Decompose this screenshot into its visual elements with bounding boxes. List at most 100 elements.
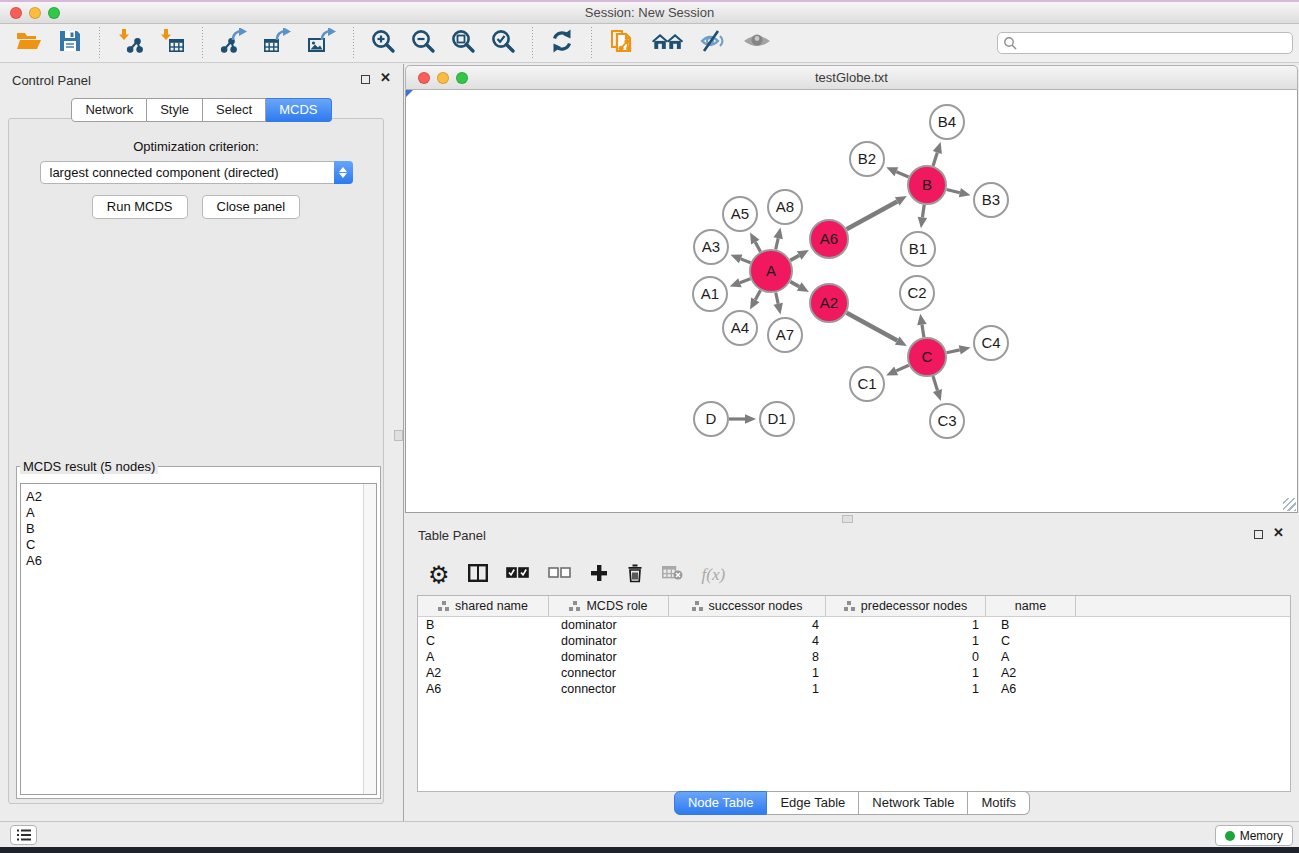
show-column-button[interactable] bbox=[459, 557, 497, 593]
graph-edge-A-A4[interactable] bbox=[750, 290, 760, 309]
graph-node-A6[interactable]: A6 bbox=[810, 220, 848, 258]
zoom-in-button[interactable] bbox=[363, 25, 403, 61]
graph-node-A1[interactable]: A1 bbox=[693, 277, 727, 311]
graph-edge-A-A8[interactable] bbox=[773, 228, 782, 250]
graph-node-B1[interactable]: B1 bbox=[901, 232, 935, 266]
add-row-button[interactable] bbox=[581, 557, 617, 593]
delete-row-button[interactable] bbox=[617, 557, 653, 593]
graph-node-C[interactable]: C bbox=[908, 338, 946, 376]
tab-mcds[interactable]: MCDS bbox=[266, 98, 331, 122]
graph-edge-A6-B[interactable] bbox=[847, 196, 907, 229]
graph-node-A7[interactable]: A7 bbox=[768, 318, 802, 352]
close-panel-button[interactable]: Close panel bbox=[202, 195, 301, 219]
graph-node-A5[interactable]: A5 bbox=[723, 197, 757, 231]
float-panel-icon[interactable] bbox=[361, 75, 370, 84]
close-table-panel-icon[interactable]: ✕ bbox=[1273, 525, 1284, 541]
graph-edge-B-B4[interactable] bbox=[933, 142, 942, 166]
first-neighbors-button[interactable] bbox=[643, 25, 691, 61]
column-header-predecessor-nodes[interactable]: predecessor nodes bbox=[826, 596, 986, 616]
minimize-network-button[interactable] bbox=[437, 72, 449, 84]
graph-edge-C-C2[interactable] bbox=[917, 314, 926, 337]
delete-table-button[interactable] bbox=[653, 557, 693, 593]
graph-edge-A-A6[interactable] bbox=[790, 250, 809, 260]
graph-node-C2[interactable]: C2 bbox=[900, 276, 934, 310]
close-window-button[interactable] bbox=[10, 7, 22, 19]
save-session-button[interactable] bbox=[50, 25, 90, 61]
close-network-button[interactable] bbox=[418, 72, 430, 84]
table-row[interactable]: A6connector11A6 bbox=[418, 681, 1290, 697]
graph-node-B4[interactable]: B4 bbox=[930, 105, 964, 139]
graph-edge-B-B3[interactable] bbox=[946, 188, 970, 197]
minimize-window-button[interactable] bbox=[29, 7, 41, 19]
export-image-button[interactable] bbox=[300, 25, 344, 61]
column-header-MCDS-role[interactable]: MCDS role bbox=[549, 596, 669, 616]
graph-node-A2[interactable]: A2 bbox=[810, 284, 848, 322]
optimization-criterion-select[interactable]: largest connected component (directed) bbox=[40, 161, 353, 184]
zoom-window-button[interactable] bbox=[48, 7, 60, 19]
graph-edge-A-A2[interactable] bbox=[790, 282, 809, 292]
graph-edge-C-C1[interactable] bbox=[886, 365, 909, 375]
mcds-result-item[interactable]: A bbox=[21, 505, 376, 521]
tab-select[interactable]: Select bbox=[203, 98, 266, 122]
graph-node-B2[interactable]: B2 bbox=[850, 142, 884, 176]
tab-network-table[interactable]: Network Table bbox=[859, 791, 968, 815]
tab-style[interactable]: Style bbox=[147, 98, 203, 122]
graph-edge-A2-C[interactable] bbox=[847, 313, 907, 346]
table-row[interactable]: A2connector11A2 bbox=[418, 665, 1290, 681]
export-network-button[interactable] bbox=[212, 25, 256, 61]
graph-edge-B-B2[interactable] bbox=[886, 167, 908, 177]
show-panels-button[interactable] bbox=[10, 825, 37, 845]
column-header-shared-name[interactable]: shared name bbox=[418, 596, 549, 616]
zoom-network-button[interactable] bbox=[456, 72, 468, 84]
memory-button[interactable]: Memory bbox=[1215, 825, 1293, 846]
tab-motifs[interactable]: Motifs bbox=[968, 791, 1030, 815]
zoom-out-button[interactable] bbox=[403, 25, 443, 61]
column-header-name[interactable]: name bbox=[986, 596, 1076, 616]
hide-graphics-details-button[interactable] bbox=[691, 25, 735, 61]
float-table-panel-icon[interactable] bbox=[1254, 530, 1263, 539]
refresh-button[interactable] bbox=[542, 25, 582, 61]
column-header-successor-nodes[interactable]: successor nodes bbox=[669, 596, 826, 616]
graph-edge-C-C3[interactable] bbox=[933, 376, 942, 401]
graph-node-A4[interactable]: A4 bbox=[723, 311, 757, 345]
graph-node-A8[interactable]: A8 bbox=[768, 190, 802, 224]
export-table-button[interactable] bbox=[256, 25, 300, 61]
graph-node-B3[interactable]: B3 bbox=[974, 183, 1008, 217]
table-row[interactable]: Adominator80A bbox=[418, 649, 1290, 665]
graph-edge-A-A1[interactable] bbox=[730, 278, 751, 287]
import-network-button[interactable] bbox=[109, 25, 151, 61]
resize-grip-icon[interactable] bbox=[1283, 498, 1296, 511]
graph-edge-C-C4[interactable] bbox=[947, 345, 971, 354]
run-mcds-button[interactable]: Run MCDS bbox=[92, 195, 188, 219]
graph-node-C3[interactable]: C3 bbox=[930, 404, 964, 438]
graph-node-D[interactable]: D bbox=[694, 402, 728, 436]
graph-node-C4[interactable]: C4 bbox=[974, 326, 1008, 360]
zoom-fit-button[interactable] bbox=[443, 25, 483, 61]
graph-node-A[interactable]: A bbox=[750, 250, 792, 292]
table-row[interactable]: Cdominator41C bbox=[418, 633, 1290, 649]
graph-edge-A-A5[interactable] bbox=[750, 232, 760, 251]
function-builder-button[interactable]: f(x) bbox=[693, 557, 735, 593]
mcds-result-item[interactable]: C bbox=[21, 537, 376, 553]
graph-edge-A-A3[interactable] bbox=[730, 254, 750, 263]
mcds-result-scrollbar[interactable] bbox=[363, 484, 376, 794]
mcds-result-item[interactable]: A2 bbox=[21, 489, 376, 505]
search-input[interactable] bbox=[1017, 35, 1287, 52]
tab-network[interactable]: Network bbox=[71, 98, 147, 122]
close-panel-icon[interactable]: ✕ bbox=[380, 70, 391, 86]
graph-node-C1[interactable]: C1 bbox=[850, 367, 884, 401]
graph-node-A3[interactable]: A3 bbox=[694, 230, 728, 264]
graph-edge-B-B1[interactable] bbox=[918, 205, 928, 228]
tab-edge-table[interactable]: Edge Table bbox=[767, 791, 859, 815]
graph-edge-A-A7[interactable] bbox=[773, 292, 782, 314]
mcds-result-item[interactable]: B bbox=[21, 521, 376, 537]
settings-gear-button[interactable]: ⚙ bbox=[419, 557, 459, 593]
show-graphics-details-button[interactable] bbox=[735, 25, 781, 61]
clone-network-button[interactable] bbox=[601, 25, 643, 61]
select-all-button[interactable] bbox=[497, 557, 539, 593]
graph-edge-D-D1[interactable] bbox=[729, 414, 756, 424]
vertical-splitter-grip[interactable] bbox=[394, 430, 403, 441]
graph-node-D1[interactable]: D1 bbox=[760, 402, 794, 436]
graph-node-B[interactable]: B bbox=[908, 166, 946, 204]
table-row[interactable]: Bdominator41B bbox=[418, 617, 1290, 633]
